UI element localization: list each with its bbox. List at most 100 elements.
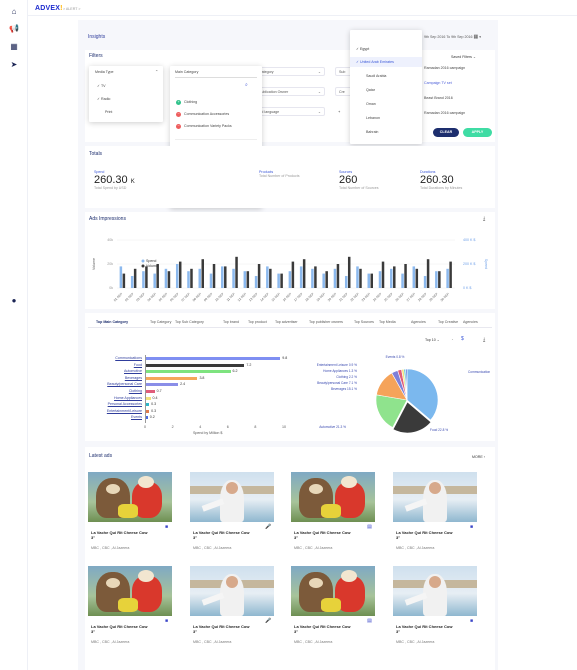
volume-bar[interactable]: [426, 259, 430, 288]
hbar[interactable]: [145, 363, 245, 367]
media-option-print[interactable]: Print: [105, 110, 112, 114]
top-selector[interactable]: Top 10 ⌄: [425, 338, 440, 342]
country-option[interactable]: Lebanon: [366, 116, 380, 120]
volume-bar[interactable]: [415, 268, 419, 288]
date-range[interactable]: 9th Sep 2016 To 9th Sep 2016 ▦ ▾: [424, 34, 481, 40]
tab-top-sub-category[interactable]: Top Sub Category: [175, 320, 204, 324]
volume-bar[interactable]: [167, 271, 171, 288]
volume-bar[interactable]: [224, 266, 227, 288]
spend-bar[interactable]: [243, 271, 247, 288]
exclude-icon[interactable]: −: [176, 124, 181, 129]
search-icon[interactable]: ⌕: [245, 82, 248, 88]
ad-thumbnail[interactable]: [88, 472, 172, 522]
ad-title[interactable]: La Vache Qui Rit Cheese Cow 3": [294, 530, 354, 540]
hbar-label[interactable]: Beverages: [84, 376, 142, 380]
user-icon[interactable]: ●: [9, 296, 19, 306]
spend-bar[interactable]: [299, 266, 303, 288]
hbar[interactable]: [145, 357, 281, 360]
spend-bar[interactable]: [412, 266, 416, 288]
spend-bar[interactable]: [130, 276, 134, 288]
spend-bar[interactable]: [356, 266, 359, 288]
spend-bar[interactable]: [266, 266, 269, 288]
include-icon[interactable]: +: [176, 100, 181, 105]
publication-owner-filter[interactable]: Publication Owner ⌄: [255, 87, 325, 96]
volume-bar[interactable]: [291, 261, 295, 288]
spend-bar[interactable]: [153, 273, 156, 288]
ad-card[interactable]: La Vache Qui Rit Cheese Cow 3" MBC , CBC…: [291, 566, 375, 653]
send-icon[interactable]: ➤: [9, 60, 19, 70]
hbar-label[interactable]: Clothing: [84, 389, 142, 393]
spend-bar[interactable]: [221, 266, 224, 288]
volume-bar[interactable]: [145, 266, 148, 288]
volume-bar[interactable]: [314, 266, 317, 288]
home-icon[interactable]: ⌂: [9, 7, 19, 17]
volume-bar[interactable]: [178, 261, 182, 288]
volume-bar[interactable]: [325, 271, 328, 288]
spend-bar[interactable]: [390, 268, 393, 288]
country-option[interactable]: ✓ Egypt: [356, 47, 369, 51]
volume-bar[interactable]: [393, 266, 396, 288]
tab-agencies[interactable]: Agencies: [411, 320, 426, 324]
spend-bar[interactable]: [378, 271, 382, 288]
country-option[interactable]: Qatar: [366, 88, 375, 92]
volume-bar[interactable]: [438, 271, 441, 288]
tab-top-advertiser[interactable]: Top advertiser: [275, 320, 298, 324]
ad-card[interactable]: La Vache Qui Rit Cheese Cow 3" MBC , CBC…: [291, 472, 375, 559]
volume-bar[interactable]: [246, 271, 250, 288]
ad-title[interactable]: La Vache Qui Rit Cheese Cow 3": [91, 624, 151, 634]
tab-top-publisher-owners[interactable]: Top publisher owners: [309, 320, 343, 324]
volume-bar[interactable]: [122, 273, 126, 288]
hbar-label[interactable]: Beauty/personal Care: [84, 382, 142, 386]
spend-bar[interactable]: [209, 273, 213, 288]
tab-top-creative[interactable]: Top Creative: [438, 320, 458, 324]
tab-top-category[interactable]: Top Category: [150, 320, 171, 324]
tab-top-media[interactable]: Top Media: [379, 320, 396, 324]
ad-thumbnail[interactable]: [190, 566, 274, 616]
calendar-icon[interactable]: ▦: [474, 34, 479, 40]
ad-title[interactable]: La Vache Qui Rit Cheese Cow 3": [396, 530, 456, 540]
ad-title[interactable]: La Vache Qui Rit Cheese Cow 3": [294, 624, 354, 634]
volume-bar[interactable]: [280, 273, 283, 288]
ad-card[interactable]: La Vache Qui Rit Cheese Cow 3" MBC , CBC…: [393, 566, 477, 653]
spend-bar[interactable]: [232, 268, 235, 288]
ad-thumbnail[interactable]: [190, 472, 274, 522]
tab-top-main-category[interactable]: Top Main Category: [96, 320, 128, 324]
breadcrumb[interactable]: > ALERT >: [63, 7, 80, 11]
hbar-label[interactable]: Events: [84, 415, 142, 419]
volume-bar[interactable]: [235, 256, 238, 288]
ad-thumbnail[interactable]: [393, 566, 477, 616]
plus-icon[interactable]: +: [338, 109, 340, 114]
exclude-icon[interactable]: −: [176, 112, 181, 117]
chevron-up-icon[interactable]: ⌃: [155, 69, 158, 74]
search-field[interactable]: [175, 77, 257, 78]
megaphone-icon[interactable]: 📢: [9, 24, 19, 34]
ad-title[interactable]: La Vache Qui Rit Cheese Cow 3": [396, 624, 456, 634]
spend-bar[interactable]: [187, 271, 190, 288]
tab-top-sources[interactable]: Top Sources: [354, 320, 374, 324]
spend-bar[interactable]: [322, 273, 325, 288]
ad-card[interactable]: La Vache Qui Rit Cheese Cow 3" MBC , CBC…: [88, 566, 172, 653]
spend-bar[interactable]: [446, 268, 449, 288]
clear-button[interactable]: CLEAR: [433, 128, 459, 137]
ad-language-filter[interactable]: Ad language ⌄: [255, 107, 325, 116]
ad-card[interactable]: La Vache Qui Rit Cheese Cow 3" MBC , CBC…: [393, 472, 477, 559]
tab-top-brand[interactable]: Top brand: [223, 320, 239, 324]
hbar-label[interactable]: Entertainment/Leisure: [84, 409, 142, 413]
saved-filter-item[interactable]: Campaign TV set: [424, 81, 452, 85]
more-link[interactable]: MORE ›: [472, 455, 485, 459]
country-option[interactable]: Bahrain: [366, 130, 378, 134]
spend-bar[interactable]: [288, 271, 292, 288]
hbar-label[interactable]: Communications: [84, 356, 142, 360]
volume-bar[interactable]: [370, 273, 374, 288]
spend-bar[interactable]: [164, 268, 168, 288]
spend-bar[interactable]: [344, 276, 348, 288]
volume-bar[interactable]: [347, 256, 351, 288]
volume-bar[interactable]: [359, 268, 362, 288]
download-icon[interactable]: ⤓: [483, 216, 485, 222]
tab-agencies[interactable]: Agencies: [463, 320, 478, 324]
pie-chart-icon[interactable]: ◔: [451, 337, 453, 342]
spend-bar[interactable]: [423, 276, 427, 288]
spend-bar[interactable]: [119, 266, 123, 288]
ad-thumbnail[interactable]: [291, 472, 375, 522]
hbar[interactable]: [145, 376, 198, 380]
